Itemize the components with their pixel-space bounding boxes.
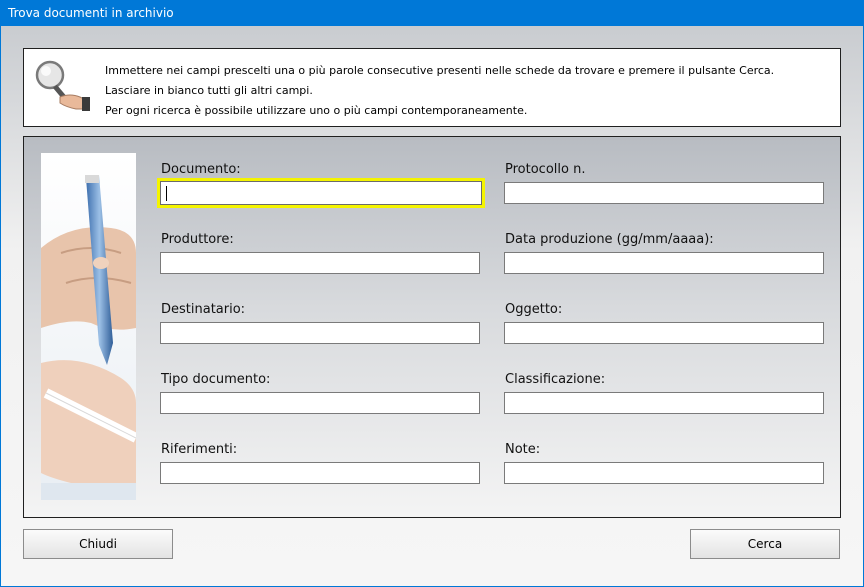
instruction-line: Immettere nei campi prescelti una o più … [105, 64, 775, 77]
pen-hand-photo [41, 153, 136, 500]
instructions-panel: Immettere nei campi prescelti una o più … [23, 48, 841, 127]
tipo-documento-input[interactable] [160, 392, 480, 414]
label-riferimenti: Riferimenti: [161, 442, 238, 457]
search-form: Documento: Protocollo n. Produttore: Dat… [23, 136, 841, 518]
dialog-body: Immettere nei campi prescelti una o più … [1, 26, 863, 586]
instruction-line: Per ogni ricerca è possibile utilizzare … [105, 104, 528, 117]
label-note: Note: [505, 442, 541, 457]
classificazione-input[interactable] [504, 392, 824, 414]
window-title: Trova documenti in archivio [0, 0, 864, 26]
magnifier-icon [32, 57, 92, 113]
riferimenti-input[interactable] [160, 462, 480, 484]
text-caret [166, 186, 167, 201]
label-oggetto: Oggetto: [505, 302, 563, 317]
destinatario-input[interactable] [160, 322, 480, 344]
label-classificazione: Classificazione: [505, 372, 606, 387]
produttore-input[interactable] [160, 252, 480, 274]
label-documento: Documento: [161, 162, 241, 177]
documento-input[interactable] [157, 178, 485, 208]
window: Trova documenti in archivio Immettere ne… [0, 0, 864, 587]
instruction-line: Lasciare in bianco tutti gli altri campi… [105, 84, 313, 97]
close-button[interactable]: Chiudi [23, 529, 173, 559]
label-destinatario: Destinatario: [161, 302, 246, 317]
protocollo-input[interactable] [504, 182, 824, 204]
label-produttore: Produttore: [161, 232, 234, 247]
note-input[interactable] [504, 462, 824, 484]
label-protocollo: Protocollo n. [505, 162, 586, 177]
label-data-produzione: Data produzione (gg/mm/aaaa): [505, 232, 714, 247]
data-produzione-input[interactable] [504, 252, 824, 274]
label-tipo-documento: Tipo documento: [161, 372, 271, 387]
instructions-text: Immettere nei campi prescelti una o più … [105, 61, 774, 121]
search-button[interactable]: Cerca [690, 529, 840, 559]
oggetto-input[interactable] [504, 322, 824, 344]
